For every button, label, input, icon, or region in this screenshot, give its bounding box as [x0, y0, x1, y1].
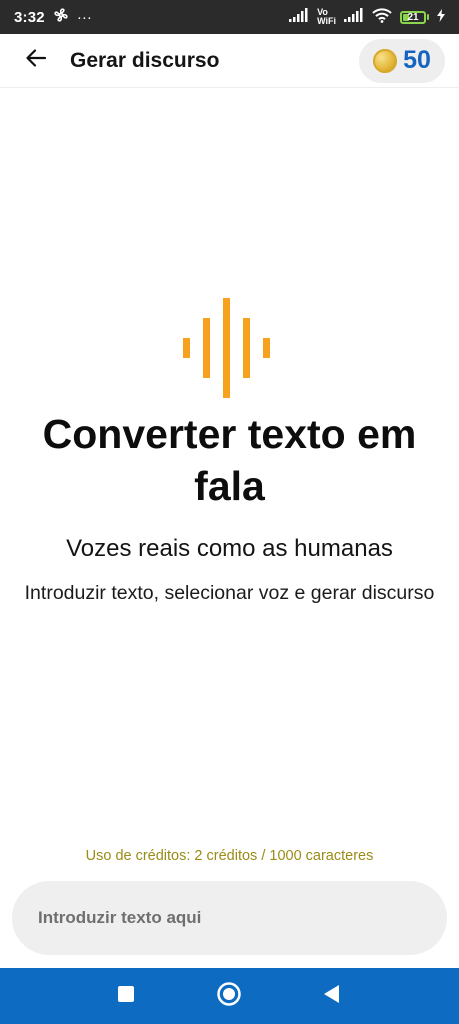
battery-level: 21	[407, 11, 419, 23]
fan-icon	[53, 7, 69, 27]
status-right: Vo WiFi 21	[289, 8, 445, 27]
credits-button[interactable]: 50	[359, 38, 445, 83]
battery-icon: 21	[400, 10, 429, 24]
coin-icon	[373, 48, 398, 73]
hero-subtitle: Vozes reais como as humanas	[66, 535, 393, 562]
app-bar: Gerar discurso 50	[0, 34, 459, 88]
charging-icon	[437, 8, 445, 26]
credit-usage-text: Uso de créditos: 2 créditos / 1000 carac…	[85, 848, 374, 864]
text-input[interactable]	[36, 907, 423, 929]
home-button[interactable]	[215, 981, 243, 1012]
signal-icon-secondary	[344, 8, 364, 26]
status-left: 3:32 ···	[14, 7, 92, 27]
vowifi-indicator: Vo WiFi	[317, 8, 336, 26]
status-bar: 3:32 ··· Vo WiFi 21	[0, 0, 459, 34]
nav-bar	[0, 968, 459, 1024]
battery-body: 21	[400, 10, 426, 24]
recents-square-icon	[117, 985, 135, 1008]
back-triangle-icon	[322, 984, 342, 1009]
back-button[interactable]	[20, 45, 52, 77]
recents-button[interactable]	[112, 982, 140, 1010]
vowifi-bottom: WiFi	[317, 16, 336, 26]
hero-title: Converter texto em fala	[42, 411, 417, 509]
battery-tip	[427, 14, 429, 20]
signal-icon	[289, 8, 309, 26]
back-nav-button[interactable]	[318, 982, 346, 1010]
hero-description: Introduzir texto, selecionar voz e gerar…	[24, 582, 435, 604]
soundwave-icon	[183, 298, 271, 398]
status-more: ···	[76, 8, 92, 26]
credits-value: 50	[403, 46, 431, 74]
page-title: Gerar discurso	[70, 48, 220, 72]
back-arrow-icon	[24, 46, 48, 75]
text-input-container[interactable]	[12, 881, 447, 955]
status-time: 3:32	[14, 8, 45, 26]
wifi-icon	[372, 7, 392, 27]
home-circle-icon	[216, 981, 242, 1012]
